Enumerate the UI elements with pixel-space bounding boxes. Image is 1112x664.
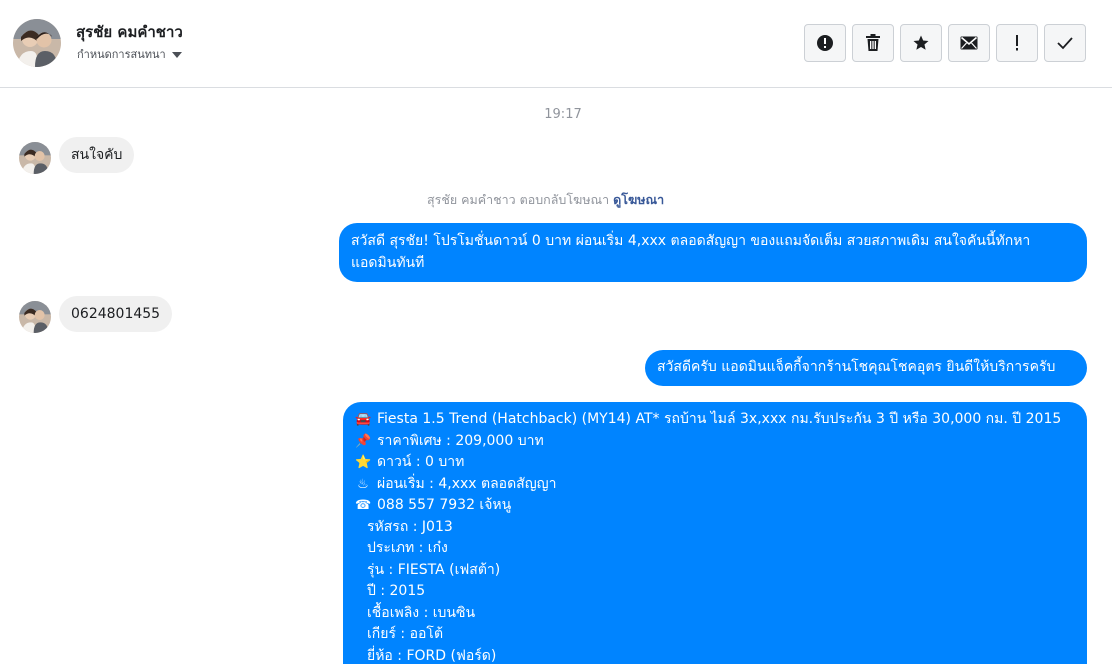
header-actions [804, 24, 1086, 62]
incoming-message[interactable]: สนใจคับ [59, 137, 135, 173]
mark-done-button[interactable] [1044, 24, 1086, 62]
listing-price: ราคาพิเศษ : 209,000 บาท [377, 432, 544, 449]
ad-reply-note: สุรชัย คมคำชาว ตอบกลับโฆษณา ดูโฆษณา [427, 190, 664, 210]
sender-avatar[interactable] [19, 142, 51, 174]
contact-name[interactable]: สุรชัย คมคำชาว [76, 20, 183, 44]
star-button[interactable] [900, 24, 942, 62]
mark-unread-button[interactable] [948, 24, 990, 62]
listing-price-line: 📌 ราคาพิเศษ : 209,000 บาท [355, 431, 1075, 453]
outgoing-message[interactable]: สวัสดี สุรชัย! โปรโมชั่นดาวน์ 0 บาท ผ่อน… [339, 223, 1087, 282]
alert-icon [817, 35, 833, 51]
listing-model: รุ่น : FIESTA (เฟสต้า) [367, 561, 501, 578]
star-emoji-icon: ⭐ [355, 455, 372, 470]
trash-icon [866, 34, 880, 51]
listing-title-line: 🚘 Fiesta 1.5 Trend (Hatchback) (MY14) AT*… [355, 409, 1075, 431]
message-text-line: แอดมินทันที [351, 254, 425, 271]
listing-down-line: ⭐ ดาวน์ : 0 บาท [355, 452, 1075, 474]
message-timestamp: 19:17 [544, 107, 582, 122]
check-icon [1057, 37, 1073, 50]
sender-avatar[interactable] [19, 301, 51, 333]
exclamation-icon [1016, 35, 1018, 51]
conversation-header: สุรชัย คมคำชาว กำหนดการสนทนา [0, 0, 1112, 88]
listing-brand: ยี่ห้อ : FORD (ฟอร์ด) [367, 647, 497, 664]
listing-phone: 088 557 7932 เจ้หนู [377, 497, 512, 513]
listing-down: ดาวน์ : 0 บาท [377, 454, 465, 470]
mail-icon [960, 36, 978, 50]
view-ad-link[interactable]: ดูโฆษณา [613, 192, 664, 207]
ad-reply-text: สุรชัย คมคำชาว ตอบกลับโฆษณา [427, 192, 610, 207]
pin-icon: 📌 [355, 433, 372, 449]
caret-down-icon [171, 51, 182, 58]
listing-fuel: เชื้อเพลิง : เบนซิน [367, 604, 476, 621]
conversation-settings-dropdown[interactable]: กำหนดการสนทนา [77, 45, 182, 63]
listing-code: รหัสรถ : J013 [367, 518, 453, 535]
incoming-message[interactable]: 0624801455 [59, 296, 173, 332]
listing-title: Fiesta 1.5 Trend (Hatchback) (MY14) AT* … [377, 411, 1062, 427]
hot-springs-icon: ♨ [357, 476, 369, 492]
outgoing-message[interactable]: สวัสดีครับ แอดมินแจ็คกี้จากร้านโชคุณโชคอ… [645, 350, 1087, 386]
listing-phone-line: ☎ 088 557 7932 เจ้หนู [355, 495, 1075, 517]
listing-type: ประเภท : เก๋ง [367, 540, 448, 556]
car-icon: 🚘 [355, 412, 372, 427]
delete-button[interactable] [852, 24, 894, 62]
phone-icon: ☎ [355, 498, 372, 513]
message-text-line: สวัสดี สุรชัย! โปรโมชั่นดาวน์ 0 บาท ผ่อน… [351, 233, 1031, 249]
outgoing-listing-message[interactable]: 🚘 Fiesta 1.5 Trend (Hatchback) (MY14) AT*… [343, 402, 1087, 664]
listing-year: ปี : 2015 [367, 583, 426, 599]
report-button[interactable] [804, 24, 846, 62]
listing-installment: ผ่อนเริ่ม : 4,xxx ตลอดสัญญา [377, 475, 557, 492]
star-icon [913, 35, 929, 50]
contact-avatar[interactable] [13, 19, 61, 67]
conversation-settings-label: กำหนดการสนทนา [77, 48, 166, 61]
listing-installment-line: ♨ ผ่อนเริ่ม : 4,xxx ตลอดสัญญา [355, 474, 1075, 496]
follow-up-button[interactable] [996, 24, 1038, 62]
listing-gear: เกียร์ : ออโต้ [367, 626, 444, 642]
